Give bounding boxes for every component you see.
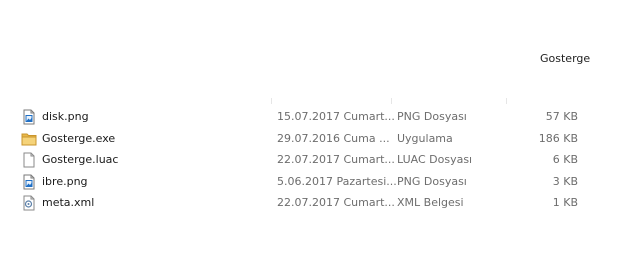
file-date: 22.07.2017 Cumart... <box>277 196 395 209</box>
column-divider[interactable] <box>506 98 507 104</box>
file-size: 3 KB <box>552 174 578 188</box>
column-header-title: Gosterge <box>540 52 591 65</box>
file-type: XML Belgesi <box>397 196 464 209</box>
file-row[interactable]: meta.xml 22.07.2017 Cumart... XML Belges… <box>0 193 617 215</box>
png-image-icon <box>21 109 37 125</box>
file-type: PNG Dosyası <box>397 110 467 123</box>
file-row[interactable]: disk.png 15.07.2017 Cumart... PNG Dosyas… <box>0 107 617 129</box>
blank-file-icon <box>21 152 37 168</box>
file-name: disk.png <box>42 110 89 123</box>
file-size: 186 KB <box>538 131 578 145</box>
column-divider[interactable] <box>391 98 392 104</box>
file-date: 29.07.2016 Cuma ... <box>277 131 390 145</box>
file-size: 1 KB <box>552 196 578 209</box>
file-name: meta.xml <box>42 196 95 209</box>
file-row[interactable]: Gosterge.luac 22.07.2017 Cumart... LUAC … <box>0 150 617 172</box>
file-size: 57 KB <box>545 110 578 123</box>
file-type: PNG Dosyası <box>397 174 467 188</box>
file-date: 22.07.2017 Cumart... <box>277 153 395 166</box>
file-date: 5.06.2017 Pazartesi... <box>277 174 397 188</box>
file-name: Gosterge.luac <box>42 153 119 166</box>
file-type: LUAC Dosyası <box>397 153 473 166</box>
file-row[interactable]: Gosterge.exe 29.07.2016 Cuma ... Uygulam… <box>0 129 617 151</box>
png-image-icon <box>21 174 37 190</box>
file-list: disk.png 15.07.2017 Cumart... PNG Dosyas… <box>0 107 617 215</box>
column-divider[interactable] <box>271 98 272 104</box>
file-name: ibre.png <box>42 174 88 188</box>
folder-icon <box>21 131 37 147</box>
file-size: 6 KB <box>552 153 578 166</box>
file-date: 15.07.2017 Cumart... <box>277 110 395 123</box>
xml-file-icon <box>21 195 37 211</box>
file-name: Gosterge.exe <box>42 131 116 145</box>
file-type: Uygulama <box>397 131 453 145</box>
file-row[interactable]: ibre.png 5.06.2017 Pazartesi... PNG Dosy… <box>0 172 617 194</box>
